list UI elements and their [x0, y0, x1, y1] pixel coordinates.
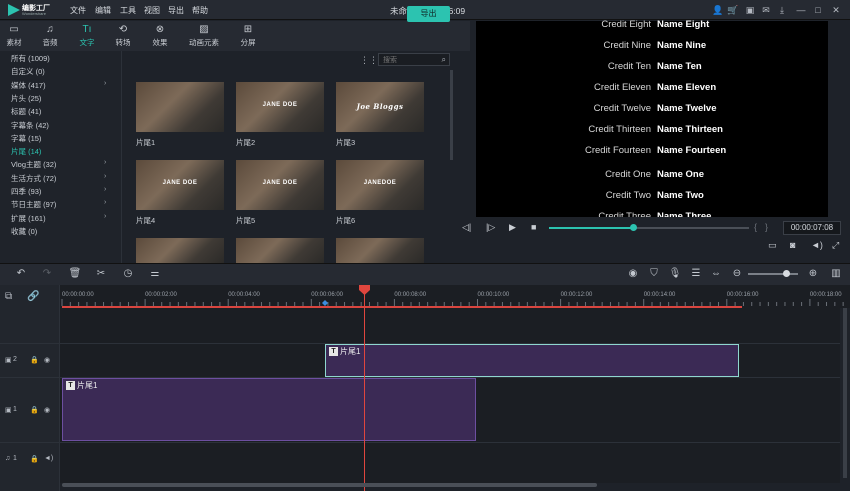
render-range-bar: [62, 306, 742, 308]
add-track-icon[interactable]: ⧉: [5, 291, 12, 302]
credit-name: Name One: [657, 169, 704, 180]
credit-role: Credit Ten: [607, 61, 651, 72]
clip-track-2[interactable]: T 片尾1: [325, 344, 739, 377]
playhead-line[interactable]: [364, 289, 365, 491]
render-icon[interactable]: ◉: [626, 268, 640, 279]
credit-row: Credit Twelve Name Twelve: [476, 103, 828, 115]
audio-track-icon: ♫: [5, 455, 11, 462]
fullscreen-icon[interactable]: ⤢: [832, 240, 839, 251]
track-separator: [0, 442, 840, 443]
prev-frame-icon[interactable]: ◁|: [462, 222, 471, 233]
clip-name: 片尾1: [340, 347, 361, 356]
credit-row: Credit One Name One: [476, 169, 828, 181]
template-thumbnail[interactable]: [336, 238, 424, 263]
credit-name: Name Nine: [657, 40, 707, 51]
credit-role: Credit One: [605, 169, 651, 180]
vertical-scrollbar[interactable]: [843, 308, 847, 478]
undo-icon[interactable]: ↶: [14, 268, 28, 279]
mark-in-icon[interactable]: {: [754, 222, 757, 232]
lock-icon[interactable]: 🔒: [30, 455, 39, 463]
ruler-tick-label: 00:00:18:00: [809, 292, 842, 298]
ruler-tick-label: 00:00:06:00: [311, 292, 343, 298]
credit-name: Name Eight: [657, 19, 710, 30]
eye-icon[interactable]: ◉: [44, 356, 50, 364]
timeline-settings-icon[interactable]: ▥: [829, 268, 843, 279]
zoom-knob[interactable]: [783, 270, 790, 277]
credit-row: Credit Two Name Two: [476, 190, 828, 202]
cut-icon[interactable]: ✂: [94, 268, 108, 279]
credit-row: Credit Ten Name Ten: [476, 61, 828, 73]
credit-row: Credit Eleven Name Eleven: [476, 82, 828, 94]
timecode-display: 00:00:07:08: [783, 221, 841, 235]
ruler-tick-label: 00:00:12:00: [560, 292, 593, 298]
credit-name: Name Two: [657, 190, 704, 201]
zoom-in-icon[interactable]: ⊕: [806, 268, 820, 279]
monitor-icon[interactable]: ▭: [768, 240, 777, 251]
lock-icon[interactable]: 🔒: [30, 356, 39, 364]
track-2-number: 2: [13, 356, 17, 363]
title-clip-icon: T: [329, 347, 338, 356]
ruler-tick-label: 00:00:16:00: [726, 292, 759, 298]
fit-timeline-icon[interactable]: ⇔: [709, 268, 723, 279]
credit-role: Credit Eleven: [593, 82, 651, 93]
microphone-icon[interactable]: 🎙: [668, 268, 682, 279]
audio-track-number: 1: [13, 455, 17, 462]
ruler-tick-label: 00:00:02:00: [145, 292, 177, 298]
credit-name: Name Twelve: [657, 103, 717, 114]
credit-role: Credit Twelve: [593, 103, 651, 114]
play-icon[interactable]: ▶: [509, 222, 516, 233]
progress-fill: [549, 227, 633, 229]
credit-role: Credit Eight: [601, 19, 651, 30]
link-icon[interactable]: 🔗: [27, 291, 39, 302]
credit-row: Credit Thirteen Name Thirteen: [476, 124, 828, 136]
credit-role: Credit Nine: [603, 40, 651, 51]
clip-track-1[interactable]: T 片尾1: [62, 378, 476, 441]
ruler-tick-label: 00:00:08:00: [394, 292, 427, 298]
zoom-slider[interactable]: [748, 273, 798, 275]
credit-name: Name Ten: [657, 61, 702, 72]
eye-icon[interactable]: ◉: [44, 406, 50, 414]
credit-name: Name Thirteen: [657, 124, 723, 135]
credit-row: Credit Nine Name Nine: [476, 40, 828, 52]
track-1-number: 1: [13, 406, 17, 413]
credit-row: Credit Eight Name Eight: [476, 19, 828, 31]
credit-role: Credit Fourteen: [584, 145, 651, 156]
snapshot-icon[interactable]: ◙: [790, 240, 795, 250]
step-back-icon[interactable]: |▷: [486, 222, 495, 233]
template-thumbnail[interactable]: [236, 238, 324, 263]
lock-icon[interactable]: 🔒: [30, 406, 39, 414]
credit-row: Credit Fourteen Name Fourteen: [476, 145, 828, 157]
category-item[interactable]: 收藏 (0): [11, 226, 37, 237]
mark-out-icon[interactable]: }: [765, 222, 768, 232]
ruler-tick-label: 00:00:00:00: [62, 292, 94, 298]
horizontal-scrollbar[interactable]: [62, 483, 597, 487]
shield-icon[interactable]: ⛉: [647, 268, 661, 279]
delete-icon[interactable]: 🗑: [68, 268, 82, 279]
ruler-tick-label: 00:00:10:00: [477, 292, 510, 298]
title-clip-icon: T: [66, 381, 75, 390]
track-1-type-icon: ▣: [5, 407, 12, 414]
ruler-tick-label: 00:00:14:00: [643, 292, 676, 298]
stop-icon[interactable]: ■: [531, 222, 536, 232]
audio-mixer-icon[interactable]: ☰: [689, 268, 703, 279]
redo-icon[interactable]: ↷: [40, 268, 54, 279]
credit-name: Name Fourteen: [657, 145, 727, 156]
template-thumbnail[interactable]: [136, 238, 224, 263]
track-2-type-icon: ▣: [5, 357, 12, 364]
credit-name: Name Eleven: [657, 82, 717, 93]
volume-icon[interactable]: ◄): [44, 455, 53, 462]
credit-role: Credit Thirteen: [588, 124, 651, 135]
adjust-icon[interactable]: ⚌: [148, 268, 162, 279]
volume-icon[interactable]: ◄): [811, 240, 823, 250]
duration-icon[interactable]: ◷: [121, 268, 135, 279]
clip-name: 片尾1: [77, 381, 98, 390]
credit-role: Credit Two: [605, 190, 651, 201]
ruler-tick-label: 00:00:04:00: [228, 292, 260, 298]
zoom-out-icon[interactable]: ⊖: [730, 268, 744, 279]
progress-knob[interactable]: [630, 224, 637, 231]
